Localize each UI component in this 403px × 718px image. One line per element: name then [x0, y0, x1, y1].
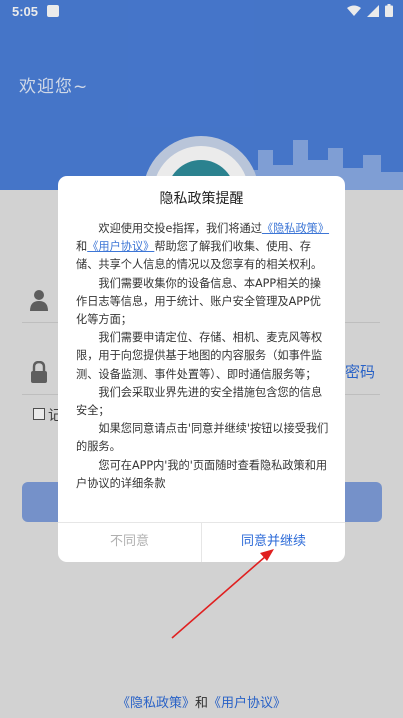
privacy-policy-link[interactable]: 《隐私政策》	[262, 222, 329, 235]
paragraph-permissions: 我们需要申请定位、存储、相机、麦克风等权限，用于向您提供基于地图的内容服务（如事…	[76, 331, 323, 381]
intro-text: 欢迎使用交投e指挥，我们将通过	[98, 222, 262, 235]
agree-continue-button[interactable]: 同意并继续	[202, 523, 345, 562]
paragraph-device-info: 我们需要收集你的设备信息、本APP相关的操作日志等信息，用于统计、账户安全管理及…	[76, 276, 321, 327]
dialog-title: 隐私政策提醒	[159, 191, 244, 207]
disagree-button[interactable]: 不同意	[58, 523, 202, 562]
paragraph-intro: 欢迎使用交投e指挥，我们将通过《隐私政策》和《用户协议》帮助您了解我们收集、使用…	[76, 220, 330, 275]
dialog-buttons: 不同意 同意并继续	[58, 522, 345, 562]
dialog-content: 欢迎使用交投e指挥，我们将通过《隐私政策》和《用户协议》帮助您了解我们收集、使用…	[76, 220, 330, 493]
paragraph-view-terms: 您可在APP内'我的'页面随时查看隐私政策和用户协议的详细条款	[76, 458, 328, 490]
privacy-dialog: 隐私政策提醒 欢迎使用交投e指挥，我们将通过《隐私政策》和《用户协议》帮助您了解…	[58, 176, 345, 562]
user-agreement-link[interactable]: 《用户协议》	[87, 240, 154, 253]
paragraph-security: 我们会采取业界先进的安全措施包含您的信息安全；	[76, 385, 323, 418]
paragraph-consent: 如果您同意请点击'同意并继续'按钮以接受我们的服务。	[76, 422, 329, 454]
intro-and: 和	[76, 240, 88, 254]
